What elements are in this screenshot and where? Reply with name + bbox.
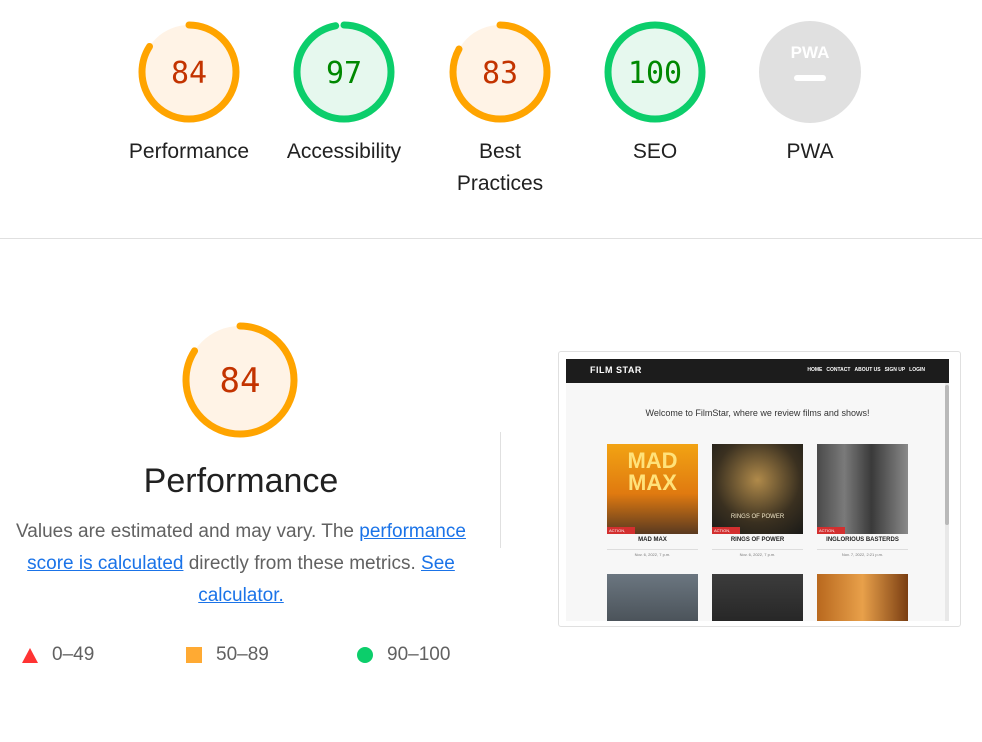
legend-average: 50–89 bbox=[186, 640, 269, 670]
poster-row2-3 bbox=[817, 574, 908, 621]
desc-text: Values are estimated and may vary. The bbox=[16, 521, 360, 542]
legend-fail: 0–49 bbox=[22, 640, 94, 670]
section-divider bbox=[0, 238, 982, 239]
site-brand: FILM STAR bbox=[590, 365, 642, 375]
poster-row2-1 bbox=[607, 574, 698, 621]
score-value: 84 bbox=[171, 56, 207, 91]
score-value: 83 bbox=[482, 56, 518, 91]
film-title: RINGS OF POWER bbox=[730, 537, 785, 543]
site-navbar: FILM STAR HOME CONTACT ABOUT US SIGN UP … bbox=[566, 359, 949, 383]
gauge-accessibility[interactable]: 97 Accessibility bbox=[274, 20, 414, 168]
gauge-ring: 84 bbox=[182, 322, 298, 438]
genre-tag: ACTION, DRAMA bbox=[607, 527, 635, 534]
vertical-divider bbox=[500, 432, 501, 548]
gauge-ring: 97 bbox=[293, 21, 395, 123]
legend-range: 0–49 bbox=[52, 644, 95, 665]
final-screenshot[interactable]: FILM STAR HOME CONTACT ABOUT US SIGN UP … bbox=[558, 351, 961, 627]
circle-icon bbox=[357, 647, 373, 663]
genre-tag: ACTION, DRAMA bbox=[817, 527, 845, 534]
poster-art-text: MAD MAX bbox=[627, 448, 678, 495]
film-date: Nov. 7, 2022, 2:21 p.m. bbox=[817, 549, 908, 557]
desc-text: directly from these metrics. bbox=[183, 553, 422, 574]
genre-tag: ACTION, DRAMA bbox=[712, 527, 740, 534]
category-gauges: 84 Performance 97 Accessibility 83 Best … bbox=[0, 0, 982, 238]
legend-range: 50–89 bbox=[216, 644, 269, 665]
film-title: MAD MAX bbox=[638, 537, 667, 543]
legend-range: 90–100 bbox=[387, 644, 451, 665]
nav-link: LOGIN bbox=[909, 367, 925, 373]
score-value: 97 bbox=[326, 56, 362, 91]
gauge-label: PWA bbox=[786, 140, 834, 163]
nav-link: CONTACT bbox=[826, 367, 851, 373]
nav-link: ABOUT US bbox=[854, 367, 881, 373]
screenshot-scroll-thumb bbox=[945, 385, 949, 525]
poster-rings-of-power: RINGS OF POWER ACTION, DRAMA bbox=[712, 444, 803, 534]
screenshot-page: FILM STAR HOME CONTACT ABOUT US SIGN UP … bbox=[566, 359, 949, 621]
triangle-icon bbox=[22, 647, 38, 663]
site-nav-links: HOME CONTACT ABOUT US SIGN UP LOGIN bbox=[807, 367, 925, 373]
gauge-performance[interactable]: 84 Performance bbox=[119, 20, 259, 168]
legend-pass: 90–100 bbox=[357, 640, 450, 670]
pwa-badge-text: PWA bbox=[791, 43, 830, 62]
gauge-best-practices[interactable]: 83 Best Practices bbox=[430, 20, 570, 200]
gauge-seo[interactable]: 100 SEO bbox=[585, 20, 725, 168]
score-legend: 0–49 50–89 90–100 bbox=[22, 640, 482, 670]
gauge-label: Best Practices bbox=[430, 136, 570, 200]
score-value: 84 bbox=[220, 361, 261, 401]
poster-row2-2 bbox=[712, 574, 803, 621]
gauge-label: SEO bbox=[632, 140, 678, 163]
performance-title: Performance bbox=[143, 462, 339, 500]
nav-link: HOME bbox=[807, 367, 823, 373]
film-date: Nov. 6, 2022, 7 p.m. bbox=[607, 549, 698, 557]
pwa-dash bbox=[794, 75, 826, 81]
poster-art-text: RINGS OF POWER bbox=[730, 514, 785, 520]
gauge-label-line: Practices bbox=[456, 172, 544, 195]
gauge-ring: 84 bbox=[138, 21, 240, 123]
gauge-label-line: Best bbox=[478, 140, 522, 163]
gauge-label: Accessibility bbox=[286, 140, 402, 163]
gauge-ring: 100 bbox=[604, 21, 706, 123]
pwa-icon: PWA bbox=[759, 21, 861, 123]
square-icon bbox=[186, 647, 202, 663]
gauge-pwa[interactable]: PWA PWA bbox=[740, 20, 880, 168]
nav-link: SIGN UP bbox=[884, 367, 906, 373]
site-welcome-text: Welcome to FilmStar, where we review fil… bbox=[645, 408, 870, 418]
score-value: 100 bbox=[628, 56, 682, 91]
gauge-label: Performance bbox=[128, 140, 250, 163]
performance-gauge: 84 bbox=[180, 320, 300, 445]
film-title: INGLORIOUS BASTERDS bbox=[826, 537, 899, 543]
film-date: Nov. 6, 2022, 7 p.m. bbox=[712, 549, 803, 557]
poster-mad-max: MAD MAX ACTION, DRAMA bbox=[607, 444, 698, 534]
gauge-ring: 83 bbox=[449, 21, 551, 123]
poster-inglorious-basterds: ACTION, DRAMA bbox=[817, 444, 908, 534]
performance-description: Values are estimated and may vary. The p… bbox=[14, 516, 468, 612]
